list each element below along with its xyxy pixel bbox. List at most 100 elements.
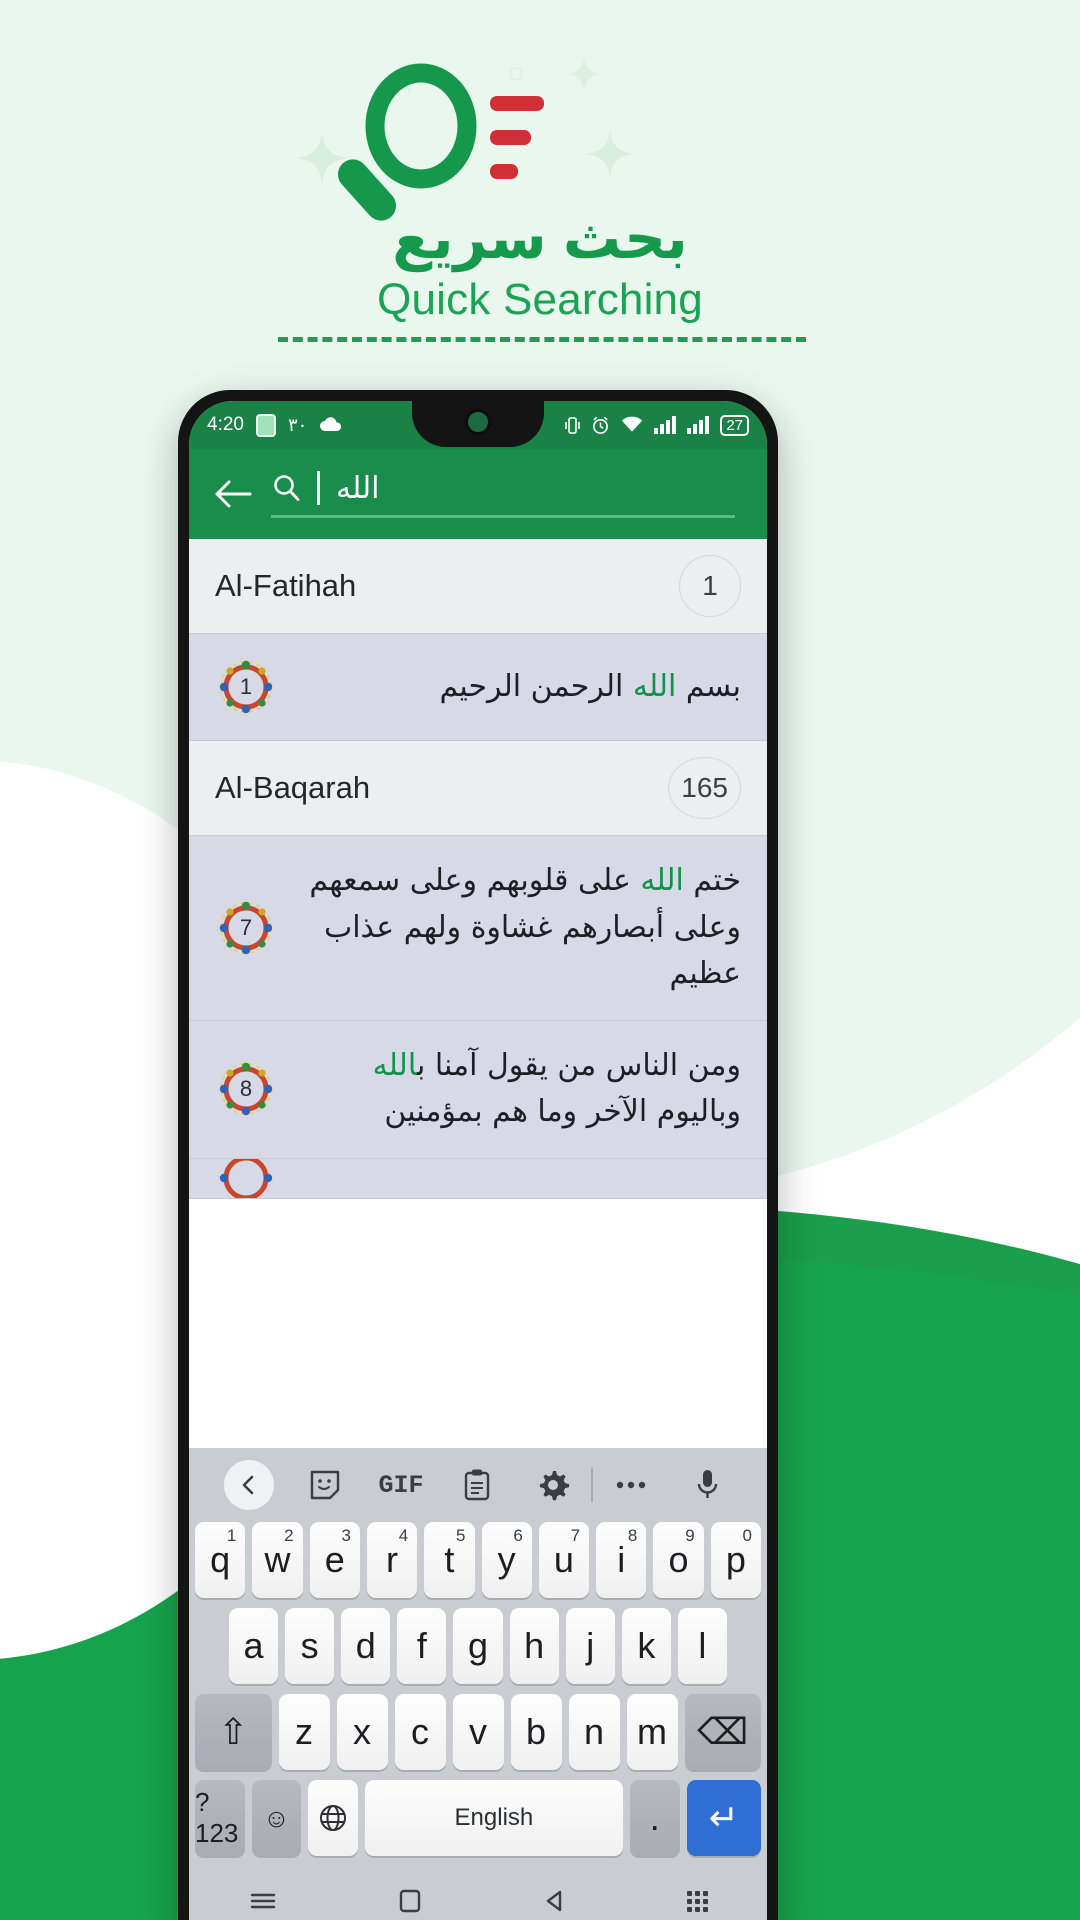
- key-a[interactable]: a: [229, 1608, 279, 1684]
- recents-icon[interactable]: [248, 1890, 278, 1912]
- back-button[interactable]: [205, 479, 261, 509]
- key-e[interactable]: 3e: [309, 1522, 360, 1598]
- key-x[interactable]: x: [336, 1694, 388, 1770]
- verse-row[interactable]: 1 بسم الله الرحمن الرحيم: [189, 634, 767, 741]
- search-results-list[interactable]: Al-Fatihah 1 1 بسم الله الرحمن الرحيم Al…: [189, 539, 767, 1199]
- space-label: English: [454, 1804, 534, 1831]
- shift-icon: ⇧: [218, 1711, 249, 1752]
- keyboard-row-2: a s d f g h j k l: [195, 1608, 761, 1684]
- gear-icon: [539, 1471, 570, 1501]
- search-match-highlight: الله: [372, 1047, 417, 1083]
- title-divider: [278, 337, 806, 342]
- sim-card-icon: [255, 413, 276, 437]
- key-label: v: [469, 1711, 487, 1752]
- virtual-keyboard[interactable]: GIF 1 q 2 w 3 e 4 r 5 t 6 y 7 u 8 i 9 o …: [189, 1448, 767, 1920]
- key-k[interactable]: k: [621, 1608, 671, 1684]
- signal-icon: [687, 416, 710, 434]
- key-u[interactable]: 7u: [538, 1522, 590, 1598]
- key-j[interactable]: j: [565, 1608, 615, 1684]
- key-r[interactable]: 4r: [366, 1522, 418, 1598]
- key-t[interactable]: 5t: [424, 1522, 475, 1598]
- key-label: z: [295, 1711, 313, 1752]
- gif-button[interactable]: GIF: [363, 1471, 439, 1500]
- home-icon[interactable]: [397, 1888, 423, 1914]
- android-navbar: [189, 1872, 767, 1920]
- search-input[interactable]: الله: [271, 471, 735, 518]
- language-key[interactable]: [308, 1780, 358, 1856]
- symbols-label: ?123: [195, 1787, 239, 1848]
- key-m[interactable]: m: [626, 1694, 678, 1770]
- surah-header-row[interactable]: Al-Baqarah 165: [189, 741, 767, 836]
- ayah-number-badge: 1: [215, 656, 277, 718]
- key-y[interactable]: 6y: [481, 1522, 532, 1598]
- key-label: f: [416, 1625, 427, 1666]
- enter-key[interactable]: ↵: [686, 1780, 761, 1856]
- key-b[interactable]: b: [510, 1694, 562, 1770]
- key-sup: 2: [284, 1526, 294, 1545]
- key-o[interactable]: 9o: [653, 1522, 704, 1598]
- more-options-button[interactable]: [593, 1479, 669, 1491]
- search-match-highlight: الله: [640, 863, 684, 898]
- space-key[interactable]: English: [364, 1780, 623, 1856]
- key-label: c: [411, 1711, 429, 1752]
- back-icon[interactable]: [542, 1888, 568, 1914]
- backspace-key[interactable]: ⌫: [684, 1694, 761, 1770]
- verse-row[interactable]: 7 ختم الله على قلوبهم وعلى سمعهم وعلى أب…: [189, 836, 767, 1021]
- key-p[interactable]: 0p: [710, 1522, 761, 1598]
- sticker-button[interactable]: [287, 1468, 363, 1502]
- period-key[interactable]: .: [629, 1780, 680, 1856]
- globe-icon: [320, 1805, 347, 1831]
- verse-row[interactable]: 8 ومن الناس من يقول آمنا بالله وباليوم ا…: [189, 1020, 767, 1159]
- key-c[interactable]: c: [394, 1694, 446, 1770]
- settings-button[interactable]: [515, 1468, 591, 1502]
- verse-text: ختم الله على قلوبهم وعلى سمعهم وعلى أبصا…: [309, 863, 741, 991]
- key-s[interactable]: s: [285, 1608, 335, 1684]
- key-l[interactable]: l: [677, 1608, 727, 1684]
- key-q[interactable]: 1q: [195, 1522, 246, 1598]
- key-label: i: [617, 1539, 626, 1580]
- clipboard-button[interactable]: [439, 1468, 515, 1502]
- back-chevron-icon: [242, 1475, 254, 1495]
- phone-screen: 4:20 ٣٠ 27 الله Al-Fatihah 1 1 بسم الله …: [189, 401, 767, 1920]
- key-h[interactable]: h: [509, 1608, 559, 1684]
- key-label: t: [444, 1539, 455, 1580]
- voice-input-button[interactable]: [669, 1468, 745, 1502]
- key-label: x: [353, 1711, 371, 1752]
- key-f[interactable]: f: [397, 1608, 447, 1684]
- keyboard-icon[interactable]: [686, 1890, 708, 1912]
- key-label: h: [524, 1625, 545, 1666]
- gif-label: GIF: [378, 1470, 424, 1500]
- key-label: r: [386, 1539, 399, 1580]
- vibrate-icon: [565, 416, 581, 434]
- page-title-english: Quick Searching: [377, 275, 703, 324]
- key-n[interactable]: n: [568, 1694, 620, 1770]
- symbols-key[interactable]: ?123: [195, 1780, 245, 1856]
- status-arabic-badge: ٣٠: [287, 414, 308, 435]
- ayah-number-badge: 7: [215, 897, 277, 959]
- surah-match-count: 165: [668, 757, 741, 819]
- key-i[interactable]: 8i: [596, 1522, 647, 1598]
- key-label: d: [355, 1625, 376, 1666]
- shift-key[interactable]: ⇧: [195, 1694, 272, 1770]
- key-d[interactable]: d: [341, 1608, 391, 1684]
- key-w[interactable]: 2w: [252, 1522, 303, 1598]
- keyboard-collapse-button[interactable]: [211, 1460, 287, 1510]
- key-g[interactable]: g: [453, 1608, 503, 1684]
- key-label: m: [637, 1711, 667, 1752]
- surah-header-row[interactable]: Al-Fatihah 1: [189, 539, 767, 634]
- surah-match-count: 1: [679, 555, 741, 617]
- page-title-arabic: بحث سريع: [392, 206, 688, 271]
- emoji-key[interactable]: ☺: [251, 1780, 302, 1856]
- text-cursor: [317, 471, 320, 505]
- search-match-highlight: الله: [632, 668, 677, 704]
- key-sup: 8: [627, 1526, 638, 1545]
- verse-row-partial[interactable]: [189, 1158, 767, 1199]
- key-label: s: [300, 1625, 319, 1666]
- status-bar: 4:20 ٣٠ 27: [189, 401, 767, 449]
- key-v[interactable]: v: [452, 1694, 504, 1770]
- emoji-icon: ☺: [263, 1802, 290, 1833]
- sticker-icon: [310, 1470, 340, 1500]
- keyboard-row-4: ?123 ☺ English . ↵: [195, 1780, 761, 1856]
- key-label: k: [637, 1625, 656, 1666]
- key-z[interactable]: z: [278, 1694, 330, 1770]
